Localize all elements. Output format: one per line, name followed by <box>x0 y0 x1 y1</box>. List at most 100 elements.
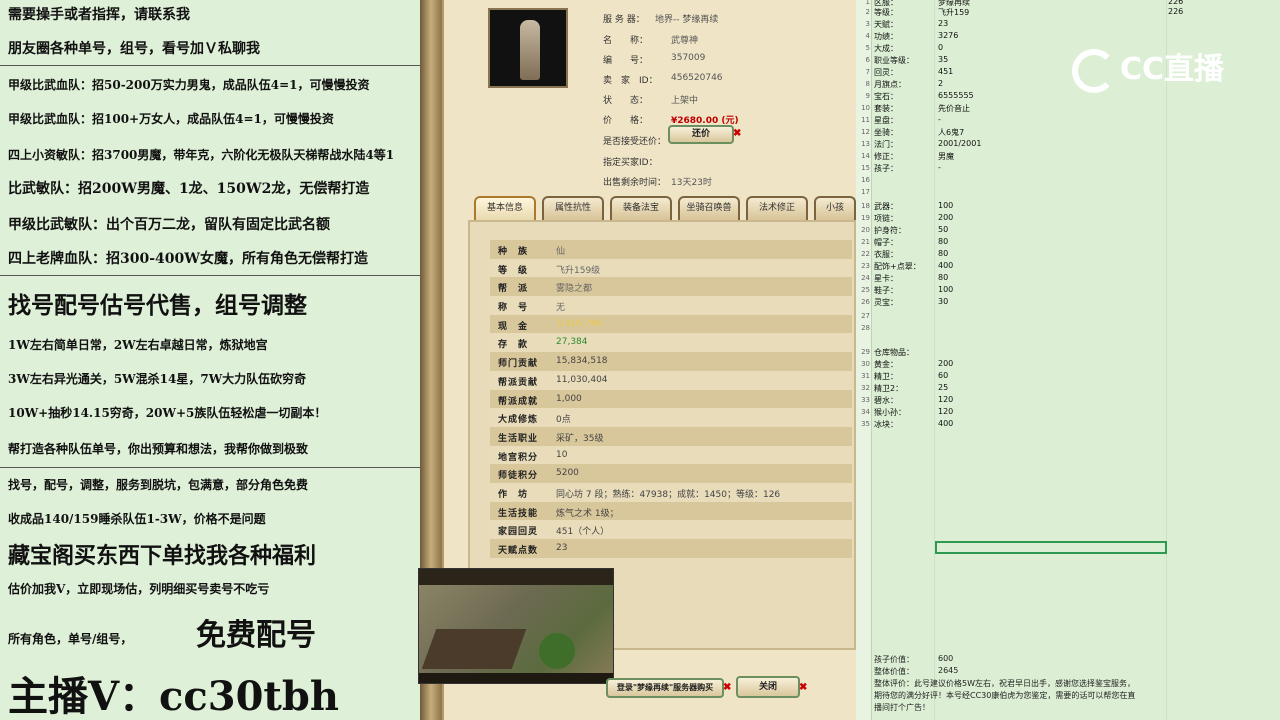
stat-value: 11,030,404 <box>556 374 608 385</box>
stat-label: 帮派贡献 <box>498 377 539 388</box>
table-row[interactable]: 3 天赋： 23 <box>856 18 1280 30</box>
info-label: 指定买家ID： <box>603 158 658 168</box>
table-row[interactable]: 31 精卫： 60 <box>856 370 1280 382</box>
stat-label: 大成修炼 <box>498 415 539 426</box>
table-row[interactable]: 28 <box>856 322 1280 334</box>
stat-value: 采矿，35级 <box>556 433 604 444</box>
info-value: 357009 <box>671 53 706 63</box>
stat-value: 10 <box>556 449 568 460</box>
table-row[interactable]: 11 星盘： - <box>856 114 1280 126</box>
table-row[interactable]: 35 冰块： 400 <box>856 418 1280 430</box>
character-portrait <box>488 8 568 88</box>
stat-label: 种 族 <box>498 247 529 257</box>
stat-label: 生活职业 <box>498 433 539 444</box>
stat-label: 存 款 <box>498 340 529 351</box>
table-row[interactable]: 13 法门： 2001/2001 <box>856 138 1280 150</box>
info-label: 状 态： <box>603 96 649 106</box>
table-row[interactable]: 17 <box>856 186 1280 198</box>
divider <box>0 65 420 66</box>
character-figure-icon <box>520 20 540 80</box>
table-row[interactable]: 23 配饰+点翠： 400 <box>856 260 1280 272</box>
ad-line: 找号，配号，调整，服务到脱坑，包满意，部分角色免费 <box>8 478 309 492</box>
stat-value: 27,384 <box>556 337 588 348</box>
table-row[interactable]: 33 碧水： 120 <box>856 394 1280 406</box>
info-label: 编 号： <box>603 56 649 66</box>
stat-value: 无 <box>556 303 566 314</box>
stat-label: 师门贡献 <box>498 359 539 370</box>
stat-label: 称 号 <box>498 303 529 314</box>
child-value: 600 <box>938 654 954 663</box>
info-label: 价 格： <box>603 116 649 126</box>
info-label: 卖 家 ID： <box>603 76 658 86</box>
table-row[interactable]: 14 修正： 男魔 <box>856 150 1280 162</box>
stat-value: 5200 <box>556 468 579 479</box>
stat-value: 雾隐之都 <box>556 284 593 295</box>
table-row[interactable]: 24 星卡： 80 <box>856 272 1280 284</box>
stats-row: 天赋点数 23 <box>490 539 852 558</box>
table-row[interactable]: 2 等级： 飞升159 226 <box>856 6 1280 18</box>
close-button[interactable]: 关闭 <box>736 676 800 698</box>
table-row[interactable]: 22 衣服： 80 <box>856 248 1280 260</box>
ad-line: 3W左右异光通关，5W混杀14星，7W大力队伍砍穷奇 <box>8 372 307 386</box>
table-row[interactable]: 30 黄金： 200 <box>856 358 1280 370</box>
ad-line: 朋友圈各种单号，组号，看号加Ｖ私聊我 <box>8 41 260 57</box>
stats-row: 帮派成就 1,000 <box>490 389 852 409</box>
table-row[interactable]: 25 鞋子： 100 <box>856 284 1280 296</box>
stat-value: 同心坊 7 段；熟练：47938；成就：1450；等级：126 <box>556 489 781 500</box>
tab-spells[interactable]: 法术修正 <box>746 196 808 220</box>
stat-label: 作 坊 <box>498 489 529 500</box>
stats-row: 家园回灵 451（个人） <box>490 520 852 539</box>
stat-label: 帮派成就 <box>498 396 539 407</box>
stat-value: 1,000 <box>556 393 582 404</box>
tab-mounts[interactable]: 坐骑召唤兽 <box>678 196 740 220</box>
table-row[interactable]: 15 孩子： - <box>856 162 1280 174</box>
table-row[interactable]: 21 帽子： 80 <box>856 236 1280 248</box>
info-value: 456520746 <box>671 73 723 83</box>
tab-equipment[interactable]: 装备法宝 <box>610 196 672 220</box>
info-label: 服 务 器： <box>603 15 645 25</box>
counter-offer-button[interactable]: 还价 <box>668 125 734 144</box>
spreadsheet: 1 区服： 梦缘再续 226 2 等级： 飞升159 226 3 天赋： 23 4 功绩： 3276… <box>856 0 1280 720</box>
stat-value: 仙 <box>556 247 566 257</box>
game-scene-thumbnail <box>418 568 614 684</box>
close-icon: ✖ <box>723 682 732 693</box>
table-row[interactable]: 16 <box>856 174 1280 186</box>
ad-line: 需要操手或者指挥，请联系我 <box>8 7 190 23</box>
table-row[interactable]: 4 功绩： 3276 <box>856 30 1280 42</box>
thumbnail-status-bar <box>419 673 613 683</box>
login-buy-button[interactable]: 登录"梦缘再续"服务器购买 <box>606 678 724 698</box>
close-icon: ✖ <box>799 682 808 693</box>
table-row[interactable]: 32 精卫2： 25 <box>856 382 1280 394</box>
table-row[interactable]: 20 护身符： 50 <box>856 224 1280 236</box>
table-row[interactable]: 19 项链： 200 <box>856 212 1280 224</box>
table-row[interactable]: 34 猴小孙： 120 <box>856 406 1280 418</box>
table-row[interactable]: 10 套装： 先价音止 <box>856 102 1280 114</box>
divider <box>0 467 420 468</box>
info-label: 出售剩余时间： <box>603 178 667 188</box>
thumbnail-roof <box>421 629 527 669</box>
stat-label: 家园回灵 <box>498 527 539 538</box>
tab-basic-info[interactable]: 基本信息 <box>474 196 536 220</box>
ad-line: 帮打造各种队伍单号，你出预算和想法，我帮你做到极致 <box>8 442 309 456</box>
info-label: 是否接受还价： <box>603 137 667 147</box>
stats-row: 种 族仙 <box>490 240 852 259</box>
table-row[interactable]: 12 坐骑： 人6鬼7 <box>856 126 1280 138</box>
stats-row: 存 款 27,384 <box>490 333 852 353</box>
evaluation-text: 期待您的满分好评！本号经CC30康伯虎为您鉴定，需要的话可以帮您在直 <box>874 691 1136 700</box>
stats-row: 大成修炼 0点 <box>490 408 852 427</box>
tab-children[interactable]: 小孩 <box>814 196 856 220</box>
streamer-contact: 主播V：cc30tbh <box>8 673 339 720</box>
tab-attributes[interactable]: 属性抗性 <box>542 196 604 220</box>
stats-row: 等 级 飞升159级 <box>490 258 852 278</box>
ad-line: 四上小资敏队：招3700男魔，带年克，六阶化无极队天梯帮战水陆4等1 <box>8 148 395 162</box>
ad-line: 10W+抽秒14.15穷奇，20W+5族队伍轻松虐一切副本！ <box>8 406 327 420</box>
stats-row: 帮 派 雾隐之都 <box>490 277 852 297</box>
stat-label: 帮 派 <box>498 284 529 295</box>
selected-cell[interactable] <box>935 541 1167 554</box>
table-row[interactable]: 29 仓库物品： <box>856 346 1280 358</box>
table-row[interactable]: 26 灵宝： 30 <box>856 296 1280 308</box>
ad-panel: 需要操手或者指挥，请联系我 朋友圈各种单号，组号，看号加Ｖ私聊我 甲级比武血队：… <box>0 0 420 720</box>
table-row[interactable]: 18 武器： 100 <box>856 200 1280 212</box>
table-row[interactable]: 27 <box>856 310 1280 322</box>
stats-row: 生活职业 采矿，35级 <box>490 426 852 446</box>
